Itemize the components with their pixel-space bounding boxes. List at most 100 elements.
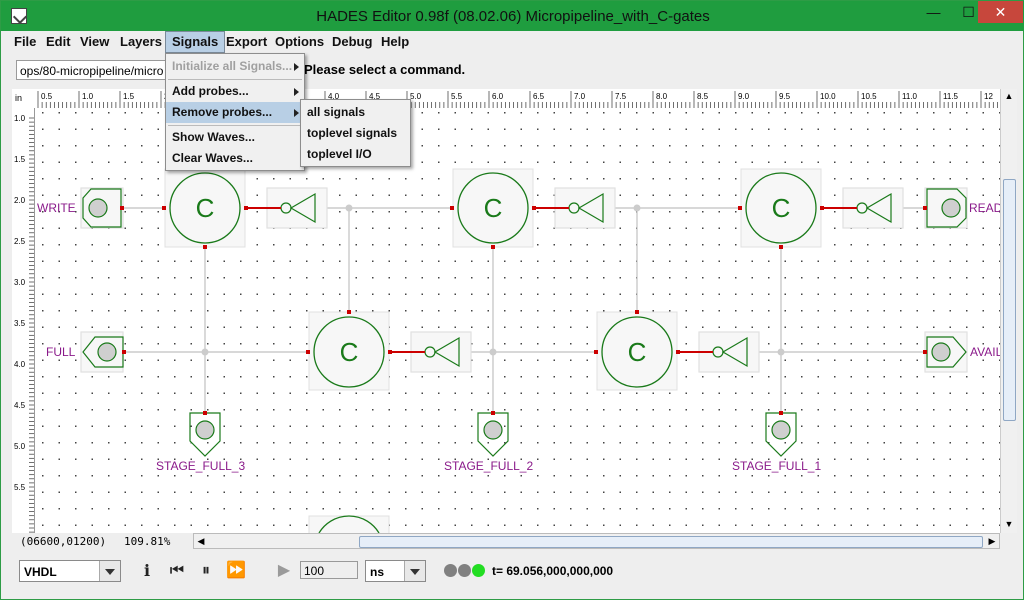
menu-file[interactable]: File	[8, 31, 42, 53]
ruler-tick-label: 4.5	[14, 401, 26, 410]
language-value: VHDL	[24, 565, 57, 579]
io-pin-read[interactable]	[924, 187, 968, 229]
c-gate[interactable]: C	[594, 310, 680, 391]
menu-options[interactable]: Options	[269, 31, 330, 53]
menu-item-label: Add probes...	[172, 84, 249, 98]
scroll-up-icon[interactable]: ▲	[1004, 91, 1014, 101]
schematic-canvas[interactable]: C C C C C WRITE READ FULL AVAIL STAGE_FU…	[35, 108, 1000, 533]
close-button[interactable]: ✕	[978, 1, 1023, 23]
ruler-tick-label: 10.0	[820, 92, 836, 101]
c-gate-label: C	[628, 337, 647, 367]
menu-view[interactable]: View	[74, 31, 115, 53]
pause-icon[interactable]: ⏸	[196, 561, 216, 581]
menu-export[interactable]: Export	[220, 31, 273, 53]
io-pin-write[interactable]	[80, 187, 124, 229]
submenu-arrow-icon	[294, 88, 299, 96]
ruler-tick-label: 8.5	[697, 92, 709, 101]
menu-separator	[168, 125, 302, 126]
io-label-avail: AVAIL	[970, 345, 1000, 359]
ruler-tick-label: 4.0	[14, 360, 26, 369]
ruler-tick-label: 5.0	[410, 92, 422, 101]
ruler-tick-label: 5.5	[451, 92, 463, 101]
time-unit-value: ns	[370, 565, 385, 579]
io-pin-avail[interactable]	[924, 331, 968, 373]
submenu-item-all-signals[interactable]: all signals	[301, 102, 410, 123]
language-select[interactable]: VHDL	[19, 560, 121, 582]
stage-label-2: STAGE_FULL_2	[444, 459, 533, 473]
stage-label-1: STAGE_FULL_1	[732, 459, 821, 473]
time-unit-select[interactable]: ns	[365, 560, 426, 582]
ruler-tick-label: 6.5	[533, 92, 545, 101]
ruler-tick-label: 9.0	[738, 92, 750, 101]
ruler-tick-label: 7.5	[615, 92, 627, 101]
c-gate-label: C	[772, 193, 791, 223]
c-gate[interactable]: C	[306, 310, 392, 391]
ruler-tick-label: 0.5	[41, 92, 53, 101]
ruler-tick-label: 2.5	[14, 237, 26, 246]
menu-separator	[168, 79, 302, 80]
io-label-full: FULL	[46, 345, 76, 359]
ruler-tick-label: 7.0	[574, 92, 586, 101]
step-value-field[interactable]: 100	[300, 561, 358, 579]
scroll-left-icon[interactable]: ◀	[196, 536, 206, 546]
menu-item-initialize-signals[interactable]: Initialize all Signals...	[166, 56, 304, 77]
c-gate[interactable]: C	[738, 168, 824, 249]
info-icon[interactable]: i	[137, 561, 157, 581]
vertical-scrollbar[interactable]: ▲ ▼	[1000, 89, 1017, 533]
left-ruler: 1.0 1.5 2.0 2.5 3.0 3.5 4.0 4.5 5.0 5.5	[12, 108, 35, 533]
c-gate-label: C	[340, 337, 359, 367]
fast-forward-icon[interactable]: ⏩	[226, 561, 246, 581]
status-bar: (06600,01200) 109.81% ◀ ▶	[2, 533, 1022, 553]
ruler-tick-label: 1.5	[14, 155, 26, 164]
io-label-write: WRITE	[37, 201, 76, 215]
scroll-down-icon[interactable]: ▼	[1004, 519, 1014, 529]
status-led-icon	[444, 564, 457, 577]
ruler-tick-label: 8.0	[656, 92, 668, 101]
menu-edit[interactable]: Edit	[40, 31, 77, 53]
toolbar: ops/80-micropipeline/micro Please select…	[2, 53, 1022, 87]
c-gate[interactable]: C	[162, 168, 248, 249]
ruler-tick-label: 10.5	[861, 92, 877, 101]
top-ruler: 0.51.01.52.02.53.03.54.04.55.05.56.06.57…	[12, 89, 1000, 109]
submenu-arrow-icon	[294, 63, 299, 71]
menu-item-label: Initialize all Signals...	[172, 59, 293, 73]
status-message: Please select a command.	[304, 62, 466, 77]
status-led-icon	[458, 564, 471, 577]
c-gate[interactable]	[308, 515, 390, 533]
submenu-item-toplevel-io[interactable]: toplevel I/O	[301, 144, 410, 165]
chevron-down-icon[interactable]	[404, 561, 425, 581]
submenu-item-toplevel-signals[interactable]: toplevel signals	[301, 123, 410, 144]
c-gate[interactable]: C	[450, 168, 536, 249]
rewind-icon[interactable]: ⏮	[167, 561, 187, 581]
simulation-controls: VHDL i ⏮ ⏸ ⏩ ▶ 100 ns t= 69.056,000,000,…	[2, 553, 1022, 599]
ruler-tick-label: 6.0	[492, 92, 504, 101]
horizontal-scrollbar[interactable]: ◀ ▶	[193, 533, 1000, 549]
menu-help[interactable]: Help	[375, 31, 415, 53]
menu-item-add-probes[interactable]: Add probes...	[166, 81, 304, 102]
signals-menu: Initialize all Signals... Add probes... …	[165, 53, 305, 171]
menu-item-show-waves[interactable]: Show Waves...	[166, 127, 304, 148]
menu-layers[interactable]: Layers	[114, 31, 168, 53]
chevron-down-icon[interactable]	[99, 561, 120, 581]
io-pin-full[interactable]	[80, 331, 124, 373]
stage-label-3: STAGE_FULL_3	[156, 459, 245, 473]
cursor-coordinates: (06600,01200)	[20, 535, 107, 548]
design-path-field[interactable]: ops/80-micropipeline/micro	[16, 60, 171, 80]
ruler-tick-label: 12	[984, 92, 993, 101]
ruler-tick-label: 3.0	[14, 278, 26, 287]
menu-signals[interactable]: Signals	[165, 31, 226, 53]
menu-item-clear-waves[interactable]: Clear Waves...	[166, 148, 304, 169]
io-label-read: READ	[969, 201, 1000, 215]
window-title: HADES Editor 0.98f (08.02.06) Micropipel…	[316, 8, 710, 25]
vertical-scroll-thumb[interactable]	[1003, 179, 1016, 421]
menu-item-label: Clear Waves...	[172, 151, 253, 165]
scroll-right-icon[interactable]: ▶	[987, 536, 997, 546]
play-step-icon[interactable]: ▶	[274, 561, 294, 581]
menu-debug[interactable]: Debug	[326, 31, 378, 53]
ruler-unit: in	[12, 89, 34, 108]
ruler-tick-label: 9.5	[779, 92, 791, 101]
menu-item-remove-probes[interactable]: Remove probes...	[166, 102, 304, 123]
c-gate-label: C	[196, 193, 215, 223]
remove-probes-submenu: all signals toplevel signals toplevel I/…	[300, 99, 411, 167]
horizontal-scroll-thumb[interactable]	[359, 536, 983, 548]
